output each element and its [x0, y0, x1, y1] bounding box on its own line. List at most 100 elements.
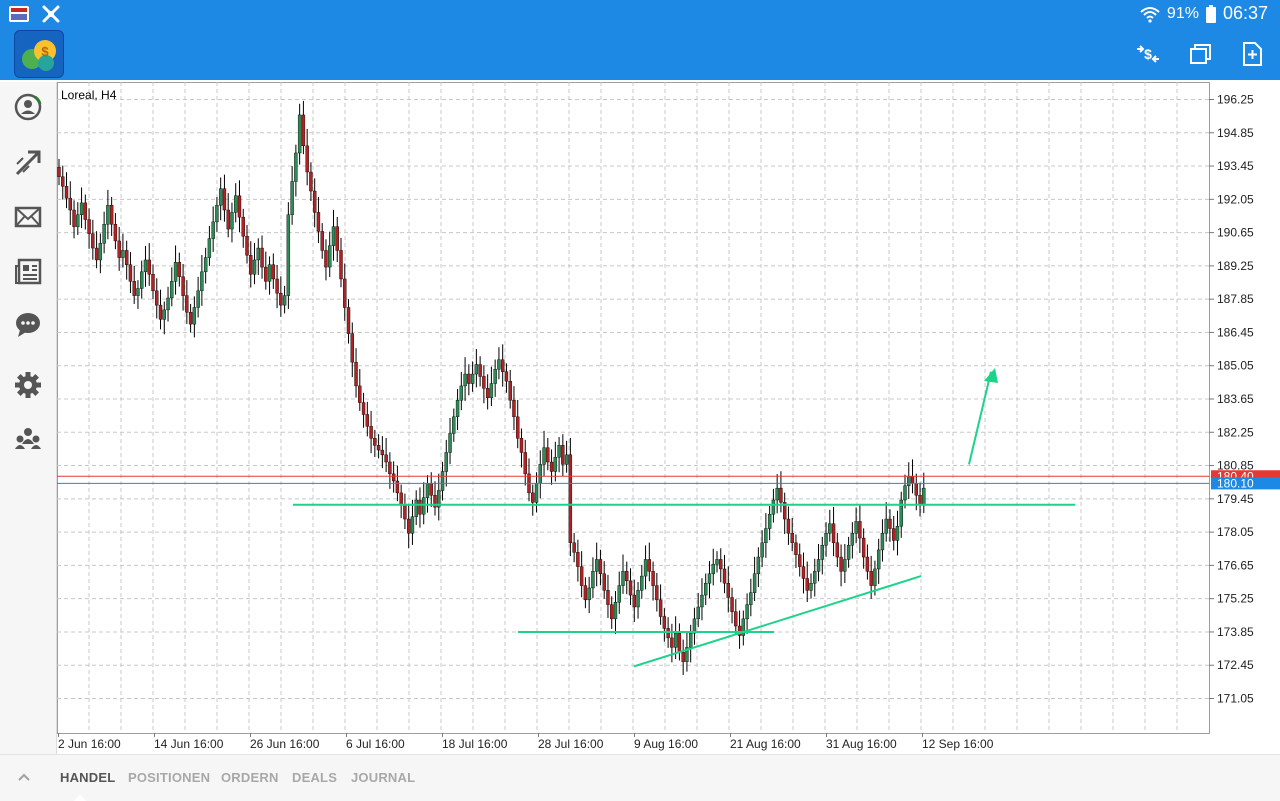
candle: [794, 542, 798, 555]
one-click-trading-icon[interactable]: $: [1134, 40, 1162, 68]
candle: [440, 471, 445, 491]
candle: [824, 533, 828, 546]
tab-deals[interactable]: DEALS: [292, 770, 337, 785]
candle: [553, 457, 558, 472]
candle: [203, 257, 208, 273]
candle: [418, 499, 422, 515]
candle: [422, 497, 426, 515]
candle: [767, 514, 772, 529]
candle: [252, 259, 257, 275]
candle: [591, 571, 595, 589]
y-tick-label: 183.65: [1217, 392, 1254, 406]
svg-text:$: $: [1144, 46, 1152, 62]
tab-handel[interactable]: HANDEL: [60, 770, 115, 785]
candle: [816, 559, 821, 572]
candle: [903, 485, 907, 501]
mail-icon[interactable]: [13, 202, 43, 232]
candle: [482, 376, 486, 389]
price-chart[interactable]: 196.25 194.85 193.45 192.05 190.65 189.25 187.…: [57, 82, 1280, 754]
candle: [256, 247, 260, 261]
candle: [504, 371, 509, 382]
candle: [391, 473, 396, 482]
candle: [579, 566, 584, 586]
candle: [271, 264, 276, 280]
candle: [350, 333, 354, 363]
community-icon[interactable]: [13, 424, 43, 454]
candle: [790, 533, 794, 544]
candle: [734, 611, 738, 627]
candle: [621, 571, 625, 586]
y-tick-label: 171.05: [1217, 692, 1254, 706]
chevron-up-icon[interactable]: [16, 769, 32, 785]
candle: [914, 483, 918, 496]
candle: [722, 568, 727, 584]
chat-icon[interactable]: [13, 310, 43, 340]
candle: [162, 309, 166, 320]
candle: [260, 247, 264, 268]
candle: [459, 385, 464, 401]
candle: [309, 171, 313, 192]
x-tick-label: 28 Jul 16:00: [538, 737, 604, 751]
candle: [106, 205, 110, 225]
candle: [907, 476, 911, 486]
candle: [429, 483, 433, 496]
candle: [61, 176, 65, 187]
new-order-icon[interactable]: [1238, 40, 1266, 68]
account-icon[interactable]: [13, 92, 43, 122]
metatrader-logo[interactable]: $: [14, 30, 64, 78]
candle: [463, 373, 467, 387]
candle: [730, 597, 734, 612]
candle: [715, 559, 719, 565]
candle: [124, 250, 129, 265]
candle: [215, 205, 219, 223]
candle: [606, 590, 610, 605]
candle: [583, 585, 588, 601]
candle: [813, 571, 817, 584]
candle: [305, 145, 309, 173]
candle: [587, 587, 591, 601]
candle: [549, 461, 554, 472]
settings-gear-icon: [42, 5, 60, 23]
candle: [474, 364, 479, 375]
metatrader-logo-icon: $: [22, 40, 56, 71]
news-icon[interactable]: [13, 256, 43, 286]
tab-ordern[interactable]: ORDERN: [221, 770, 279, 785]
candle: [865, 556, 870, 572]
windows-icon[interactable]: [1186, 40, 1214, 68]
tab-journal[interactable]: JOURNAL: [351, 770, 415, 785]
candle: [500, 359, 505, 372]
candle: [241, 216, 245, 237]
app-thumbnail-icon: [9, 6, 29, 22]
candle: [312, 190, 317, 213]
candle: [519, 438, 524, 453]
candle: [297, 114, 302, 154]
candle: [801, 566, 806, 579]
y-tick-label: 176.65: [1217, 558, 1254, 572]
candle: [805, 578, 809, 591]
candle: [497, 359, 501, 370]
candle: [760, 542, 764, 558]
app-bar: $ $: [0, 28, 1280, 80]
candle: [94, 247, 99, 261]
candle: [828, 523, 832, 534]
candle: [677, 632, 682, 653]
candle: [64, 186, 69, 199]
candle: [858, 521, 862, 539]
candle: [534, 483, 539, 503]
y-tick-label: 193.45: [1217, 159, 1254, 173]
x-tick-label: 31 Aug 16:00: [826, 737, 897, 751]
chart-canvas[interactable]: 196.25 194.85 193.45 192.05 190.65 189.25 187.…: [57, 82, 1280, 754]
candle: [707, 573, 712, 584]
candle: [185, 295, 189, 313]
trade-icon[interactable]: [13, 148, 43, 178]
candle: [538, 464, 542, 484]
candle: [820, 544, 824, 560]
candle: [508, 380, 512, 401]
candle: [188, 312, 193, 325]
candle: [658, 599, 663, 617]
candle: [888, 518, 892, 529]
candle: [76, 214, 80, 227]
candle: [282, 295, 287, 306]
settings-icon[interactable]: [13, 370, 43, 400]
tab-positionen[interactable]: POSITIONEN: [128, 770, 210, 785]
